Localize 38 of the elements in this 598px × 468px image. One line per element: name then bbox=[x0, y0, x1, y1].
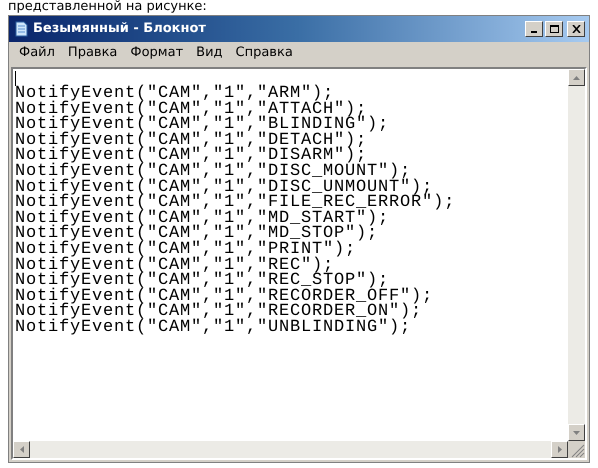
code-line: NotifyEvent("CAM","1","MD_START"); bbox=[15, 210, 390, 226]
caption-text: представленной на рисунке: bbox=[8, 0, 207, 14]
menu-item[interactable]: Вид bbox=[190, 43, 229, 63]
code-line: NotifyEvent("CAM","1","DISARM"); bbox=[15, 148, 368, 164]
scroll-right-button[interactable] bbox=[551, 441, 568, 458]
scroll-left-button[interactable] bbox=[13, 441, 30, 458]
code-line: NotifyEvent("CAM","1","ARM"); bbox=[15, 86, 334, 102]
code-line: NotifyEvent("CAM","1","PRINT"); bbox=[15, 242, 356, 258]
scroll-up-button[interactable] bbox=[568, 69, 585, 86]
left-arrow-icon bbox=[20, 446, 24, 453]
menu-item[interactable]: Файл bbox=[13, 43, 61, 63]
code-line: NotifyEvent("CAM","1","RECORDER_OFF"); bbox=[15, 288, 434, 304]
code-line: NotifyEvent("CAM","1","DISC_MOUNT"); bbox=[15, 164, 412, 180]
menu-item[interactable]: Правка bbox=[62, 43, 124, 63]
notepad-icon bbox=[13, 21, 29, 37]
vertical-scrollbar[interactable] bbox=[568, 69, 585, 441]
window-title: Безымянный - Блокнот bbox=[33, 20, 207, 38]
menu-item[interactable]: Формат bbox=[124, 43, 190, 63]
code-line: NotifyEvent("CAM","1","RECORDER_ON"); bbox=[15, 304, 422, 320]
code-line: NotifyEvent("CAM","1","MD_STOP"); bbox=[15, 226, 378, 242]
code-line: NotifyEvent("CAM","1","REC"); bbox=[15, 258, 334, 274]
code-line: NotifyEvent("CAM","1","UNBLINDING"); bbox=[15, 320, 412, 336]
code-line: NotifyEvent("CAM","1","REC_STOP"); bbox=[15, 273, 390, 289]
maximize-button[interactable] bbox=[545, 21, 563, 37]
resize-grip-icon[interactable] bbox=[568, 441, 585, 458]
close-icon bbox=[572, 25, 580, 33]
code-line: NotifyEvent("CAM","1","DETACH"); bbox=[15, 132, 368, 148]
minimize-button[interactable] bbox=[525, 21, 543, 37]
text-cursor bbox=[15, 71, 16, 86]
code-line: NotifyEvent("CAM","1","FILE_REC_ERROR"); bbox=[15, 195, 456, 211]
code-line: NotifyEvent("CAM","1","BLINDING"); bbox=[15, 117, 390, 133]
menu-item[interactable]: Справка bbox=[230, 43, 299, 63]
horizontal-scrollbar[interactable] bbox=[13, 441, 568, 458]
close-button[interactable] bbox=[567, 21, 585, 37]
up-arrow-icon bbox=[573, 76, 580, 80]
right-arrow-icon bbox=[558, 446, 562, 453]
scroll-down-button[interactable] bbox=[568, 424, 585, 441]
down-arrow-icon bbox=[573, 430, 580, 434]
